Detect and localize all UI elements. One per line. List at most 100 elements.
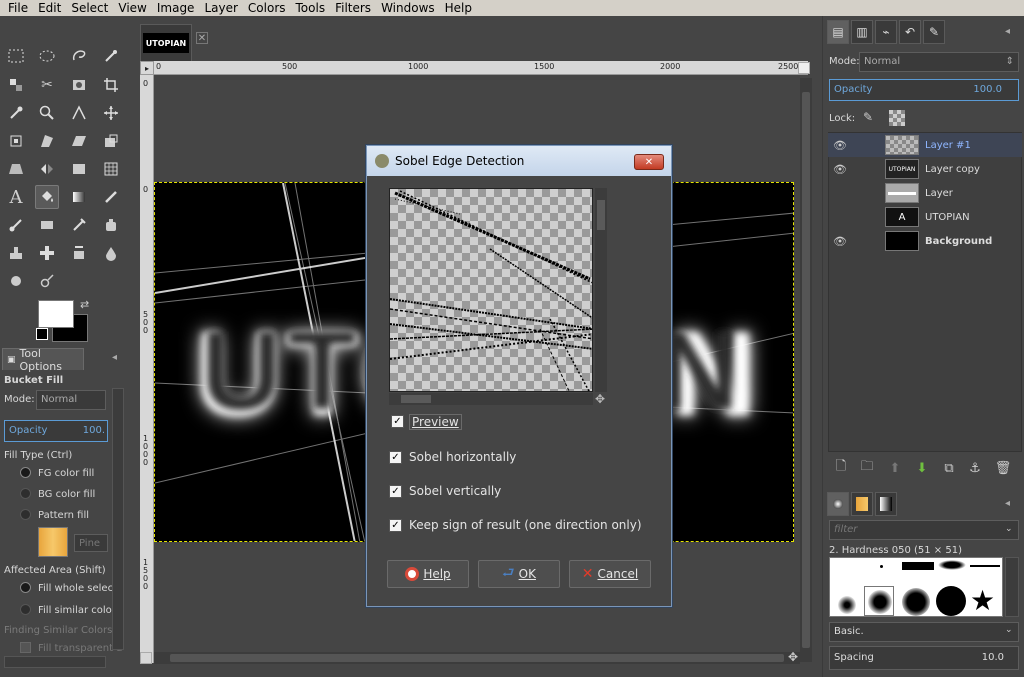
paintbrush-icon[interactable] xyxy=(4,213,28,237)
preview-area[interactable] xyxy=(389,188,593,392)
brush-grid-scrollbar[interactable] xyxy=(1005,557,1019,617)
eraser-icon[interactable] xyxy=(35,213,59,237)
anchor-layer-icon[interactable]: ⚓ xyxy=(965,458,985,478)
dodge-burn-icon[interactable] xyxy=(35,269,59,293)
lower-layer-icon[interactable]: ⬇ xyxy=(912,458,932,478)
brush-filter-input[interactable]: filter xyxy=(829,520,1019,540)
sobel-horizontally-checkbox[interactable]: ✓ xyxy=(389,451,402,464)
dialog-close-button[interactable]: ✕ xyxy=(634,154,664,170)
default-colors-icon[interactable] xyxy=(36,328,48,340)
brush-grid[interactable]: ★ xyxy=(829,557,1003,617)
align-icon[interactable] xyxy=(4,129,28,153)
fill-similar-radio[interactable] xyxy=(20,604,31,615)
menu-view[interactable]: View xyxy=(113,0,151,16)
keep-sign-checkbox[interactable]: ✓ xyxy=(389,519,402,532)
quick-mask-icon[interactable]: ▸ xyxy=(140,61,154,75)
tab-layers[interactable]: ▤ xyxy=(827,20,849,44)
preview-navigate-icon[interactable]: ✥ xyxy=(595,392,605,406)
menu-help[interactable]: Help xyxy=(440,0,477,16)
tab-undo[interactable]: ↶ xyxy=(899,20,921,44)
fill-whole-radio[interactable] xyxy=(20,582,31,593)
spacing-slider[interactable]: Spacing 10.0 xyxy=(829,646,1019,670)
layer-row[interactable]: Layer xyxy=(828,181,1022,205)
text-icon[interactable]: A xyxy=(4,185,28,209)
menu-layer[interactable]: Layer xyxy=(199,0,242,16)
rect-select-icon[interactable] xyxy=(4,44,28,68)
tab-patterns[interactable] xyxy=(851,492,873,516)
sobel-vertically-checkbox[interactable]: ✓ xyxy=(389,485,402,498)
heal-icon[interactable] xyxy=(35,241,59,265)
delete-layer-icon[interactable]: 🗑 xyxy=(993,458,1013,478)
zoom-icon[interactable] xyxy=(35,101,59,125)
visibility-eye-icon[interactable]: 👁 xyxy=(828,139,852,152)
pattern-swatch[interactable] xyxy=(38,527,68,557)
scissors-icon[interactable]: ✂ xyxy=(35,73,59,97)
fill-fg-radio[interactable] xyxy=(20,467,31,478)
lock-alpha-icon[interactable] xyxy=(889,110,905,126)
free-select-icon[interactable] xyxy=(67,44,91,68)
navigate-icon[interactable] xyxy=(140,652,152,664)
dock-menu-icon[interactable]: ◂ xyxy=(1005,26,1010,37)
tab-tool-options[interactable]: ▣ Tool Options xyxy=(2,347,84,373)
opacity-slider[interactable]: Opacity 100. xyxy=(4,420,108,442)
warp-icon[interactable] xyxy=(99,157,123,181)
navigate-cross-icon[interactable]: ✥ xyxy=(788,650,798,664)
menu-select[interactable]: Select xyxy=(66,0,113,16)
layer-mode-select[interactable]: Normal ⇕ xyxy=(859,52,1019,72)
preview-hscrollbar[interactable] xyxy=(389,393,593,405)
panel-menu-icon[interactable]: ◂ xyxy=(112,352,117,363)
tab-brushes[interactable] xyxy=(827,492,849,516)
menu-edit[interactable]: Edit xyxy=(33,0,66,16)
ellipse-select-icon[interactable] xyxy=(35,44,59,68)
menu-tools[interactable]: Tools xyxy=(291,0,331,16)
mode-select[interactable]: Normal xyxy=(36,390,106,410)
fill-bg-radio[interactable] xyxy=(20,488,31,499)
tab-paths[interactable]: ⌁ xyxy=(875,20,897,44)
measure-icon[interactable] xyxy=(67,101,91,125)
color-picker-icon[interactable] xyxy=(4,101,28,125)
fuzzy-select-icon[interactable] xyxy=(99,44,123,68)
fill-transparent-checkbox[interactable] xyxy=(20,642,31,653)
brush-preset-select[interactable]: Basic. xyxy=(829,622,1019,642)
smudge-icon[interactable] xyxy=(4,269,28,293)
clone-icon[interactable] xyxy=(4,241,28,265)
close-image-tab-icon[interactable]: ✕ xyxy=(196,32,208,44)
new-layer-group-icon[interactable]: 🗀 xyxy=(857,458,877,478)
scale-icon[interactable] xyxy=(99,129,123,153)
brushes-menu-icon[interactable]: ◂ xyxy=(1005,498,1010,509)
raise-layer-icon[interactable]: ⬆ xyxy=(885,458,905,478)
bucket-fill-icon[interactable] xyxy=(35,185,59,209)
fill-pattern-radio[interactable] xyxy=(20,509,31,520)
airbrush-icon[interactable] xyxy=(67,213,91,237)
menu-file[interactable]: File xyxy=(3,0,33,16)
menu-filters[interactable]: Filters xyxy=(330,0,376,16)
shear-icon[interactable] xyxy=(67,129,91,153)
layer-row[interactable]: 👁 Background xyxy=(828,229,1022,253)
preview-checkbox[interactable]: ✓ xyxy=(391,415,404,428)
tab-gradients[interactable] xyxy=(875,492,897,516)
canvas-vertical-scrollbar[interactable] xyxy=(800,78,812,662)
selected-brush[interactable] xyxy=(864,586,894,616)
ok-button[interactable]: ⮐ OK xyxy=(478,560,560,588)
lock-pixels-icon[interactable]: ✎ xyxy=(863,110,873,124)
visibility-eye-icon[interactable]: 👁 xyxy=(828,163,852,176)
tool-options-hscrollbar[interactable] xyxy=(4,656,106,668)
perspective-icon[interactable] xyxy=(4,157,28,181)
layer-row[interactable]: 👁 Layer #1 xyxy=(828,133,1022,157)
swap-colors-icon[interactable]: ⇄ xyxy=(80,298,89,311)
layer-opacity-slider[interactable]: Opacity 100.0 xyxy=(829,79,1019,101)
foreground-select-icon[interactable] xyxy=(67,73,91,97)
help-button[interactable]: Help xyxy=(387,560,469,588)
menu-image[interactable]: Image xyxy=(152,0,200,16)
zoom-fit-icon[interactable] xyxy=(798,62,810,74)
select-by-color-icon[interactable] xyxy=(4,73,28,97)
canvas-horizontal-scrollbar[interactable] xyxy=(154,652,800,664)
perspective-clone-icon[interactable] xyxy=(67,241,91,265)
crop-icon[interactable] xyxy=(99,73,123,97)
tab-brushes-dock[interactable]: ✎ xyxy=(923,20,945,44)
tool-options-scrollbar[interactable] xyxy=(112,388,124,650)
menu-colors[interactable]: Colors xyxy=(243,0,291,16)
menu-windows[interactable]: Windows xyxy=(376,0,440,16)
blur-icon[interactable] xyxy=(99,241,123,265)
dialog-titlebar[interactable]: Sobel Edge Detection ✕ xyxy=(367,146,671,176)
